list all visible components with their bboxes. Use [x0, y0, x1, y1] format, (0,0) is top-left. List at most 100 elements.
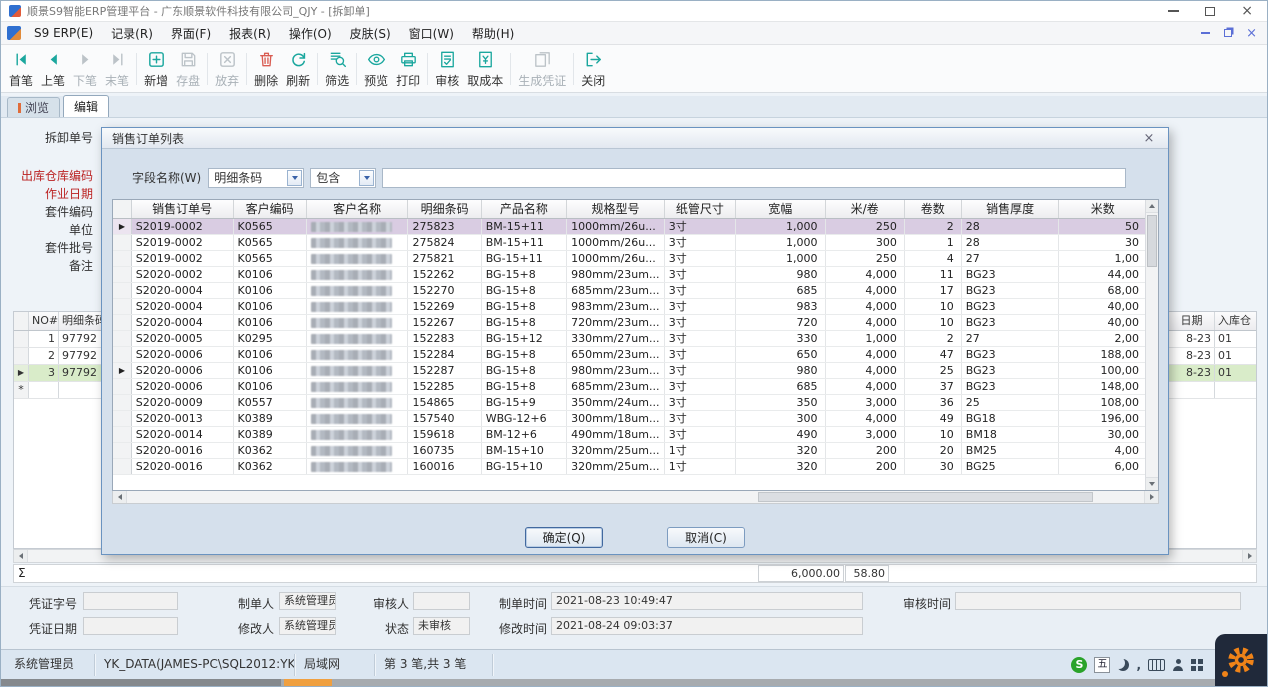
sales-order-row[interactable]: S2019-0002K0565275821BG-15+111000mm/26u.…	[113, 250, 1147, 266]
preview-button[interactable]: 预览	[360, 48, 392, 90]
tab-edit[interactable]: 编辑	[63, 95, 109, 117]
close-icon[interactable]: ×	[1241, 4, 1253, 18]
column-header[interactable]: 产品名称	[481, 200, 566, 218]
first-record-button[interactable]: 首笔	[5, 48, 37, 90]
maximize-icon[interactable]	[1205, 7, 1215, 16]
scroll-right-icon[interactable]	[1242, 550, 1256, 562]
user-icon[interactable]	[1172, 659, 1184, 671]
sales-order-row[interactable]: S2020-0004K0106152269BG-15+8983mm/23um..…	[113, 298, 1147, 314]
scrollbar-thumb[interactable]	[1147, 215, 1157, 267]
dialog-horizontal-scrollbar[interactable]	[112, 491, 1159, 504]
cell: K0389	[233, 426, 306, 442]
cell: 28	[961, 234, 1059, 250]
filter-button[interactable]: 筛选	[321, 48, 353, 90]
scroll-left-icon[interactable]	[113, 491, 127, 503]
menu-item-2[interactable]: 界面(F)	[162, 22, 220, 45]
sales-order-row[interactable]: S2020-0006K0106152285BG-15+8685mm/23um..…	[113, 378, 1147, 394]
column-header[interactable]: 销售订单号	[131, 200, 233, 218]
column-header[interactable]: 明细条码	[408, 200, 481, 218]
detail-row[interactable]: 2 97792	[14, 348, 101, 365]
assistant-widget[interactable]	[1215, 634, 1267, 686]
mdi-close-icon[interactable]: ×	[1246, 27, 1257, 40]
sales-order-row[interactable]: S2020-0004K0106152267BG-15+8720mm/23um..…	[113, 314, 1147, 330]
sales-order-row[interactable]: S2020-0004K0106152270BG-15+8685mm/23um..…	[113, 282, 1147, 298]
menu-item-1[interactable]: 记录(R)	[102, 22, 162, 45]
menu-item-0[interactable]: S9 ERP(E)	[25, 23, 102, 43]
filter-operator-combobox[interactable]: 包含	[310, 168, 376, 188]
column-header[interactable]: 客户编码	[233, 200, 306, 218]
sales-order-row[interactable]: S2020-0013K0389157540WBG-12+6300mm/18um.…	[113, 410, 1147, 426]
menu-item-6[interactable]: 窗口(W)	[400, 22, 463, 45]
detail-row-current[interactable]: ▶ 3 97792	[14, 365, 101, 382]
keyboard-icon[interactable]	[1148, 659, 1165, 671]
column-header[interactable]: 客户名称	[306, 200, 408, 218]
refresh-button[interactable]: 刷新	[282, 48, 314, 90]
sales-order-row[interactable]: ▶S2019-0002K0565275823BM-15+111000mm/26u…	[113, 218, 1147, 234]
scroll-left-icon[interactable]	[14, 550, 28, 562]
sales-order-row[interactable]: S2020-0009K0557154865BG-15+9350mm/24um..…	[113, 394, 1147, 410]
wubi-icon[interactable]: 五	[1094, 657, 1110, 673]
chevron-down-icon[interactable]	[359, 170, 374, 186]
dialog-title-bar[interactable]: 销售订单列表 ×	[102, 128, 1168, 149]
detail-row[interactable]	[1169, 382, 1256, 399]
sales-order-row[interactable]: S2019-0002K0565275824BM-15+111000mm/26u.…	[113, 234, 1147, 250]
taskbar-active-app[interactable]	[284, 679, 332, 687]
sales-order-row[interactable]: S2020-0006K0106152284BG-15+8650mm/23um..…	[113, 346, 1147, 362]
column-header[interactable]: 米/卷	[825, 200, 904, 218]
chevron-down-icon[interactable]	[287, 170, 302, 186]
dialog-close-icon[interactable]: ×	[1140, 131, 1158, 146]
sales-order-row[interactable]: S2020-0016K0362160735BM-15+10320mm/25um.…	[113, 442, 1147, 458]
grid-icon[interactable]	[1191, 659, 1196, 664]
delete-icon	[256, 49, 277, 70]
filter-value-input[interactable]	[382, 168, 1126, 188]
cell: 983	[735, 298, 825, 314]
cell: 30	[1059, 234, 1147, 250]
sales-order-row[interactable]: S2020-0002K0106152262BG-15+8980mm/23um..…	[113, 266, 1147, 282]
audit-button[interactable]: 审核	[431, 48, 463, 90]
sales-order-row[interactable]: S2020-0014K0389159618BM-12+6490mm/18um..…	[113, 426, 1147, 442]
column-header[interactable]: 卷数	[904, 200, 961, 218]
column-header[interactable]: 销售厚度	[961, 200, 1059, 218]
column-header[interactable]: 规格型号	[567, 200, 665, 218]
ok-button[interactable]: 确定(Q)	[525, 527, 603, 548]
scroll-up-icon[interactable]	[1146, 200, 1158, 213]
detail-row[interactable]: 1 97792	[14, 331, 101, 348]
moon-icon[interactable]	[1117, 659, 1129, 671]
mdi-restore-icon[interactable]	[1224, 29, 1232, 37]
filter-field-combobox[interactable]: 明细条码	[208, 168, 304, 188]
detail-row[interactable]: 8-23 01	[1169, 348, 1256, 365]
minimize-icon[interactable]	[1168, 10, 1179, 12]
add-button[interactable]: 新增	[140, 48, 172, 90]
column-header[interactable]: 纸管尺寸	[664, 200, 735, 218]
column-header: 明细条码	[59, 312, 101, 330]
sales-order-row[interactable]: S2020-0005K0295152283BG-15+12330mm/27um.…	[113, 330, 1147, 346]
sogou-logo-icon[interactable]: S	[1071, 657, 1087, 673]
vertical-scrollbar[interactable]	[1145, 200, 1158, 490]
title-bar[interactable]: 顺景S9智能ERP管理平台 - 广东顺景软件科技有限公司_QJY - [拆卸单]…	[1, 1, 1267, 22]
prev-record-button[interactable]: 上笔	[37, 48, 69, 90]
menu-item-3[interactable]: 报表(R)	[220, 22, 280, 45]
menu-item-5[interactable]: 皮肤(S)	[341, 22, 400, 45]
menu-item-7[interactable]: 帮助(H)	[463, 22, 523, 45]
cancel-button[interactable]: 取消(C)	[667, 527, 745, 548]
status-user: 系统管理员	[5, 654, 95, 676]
symbol-icon[interactable]: ,	[1136, 660, 1141, 670]
detail-row[interactable]: 8-23 01	[1169, 331, 1256, 348]
column-header[interactable]: 米数	[1059, 200, 1147, 218]
mdi-minimize-icon[interactable]	[1201, 32, 1210, 34]
sigma-icon: Σ	[18, 565, 26, 582]
menu-item-4[interactable]: 操作(O)	[280, 22, 341, 45]
column-header[interactable]: 宽幅	[735, 200, 825, 218]
print-button[interactable]: 打印	[392, 48, 424, 90]
cost-button[interactable]: 取成本	[463, 48, 507, 90]
tab-browse[interactable]: 浏览	[7, 97, 60, 117]
detail-row-current[interactable]: 8-23 01	[1169, 365, 1256, 382]
sales-order-row[interactable]: ▶S2020-0006K0106152287BG-15+8980mm/23um.…	[113, 362, 1147, 378]
scroll-right-icon[interactable]	[1144, 491, 1158, 503]
close-doc-button[interactable]: 关闭	[577, 48, 609, 90]
sales-order-row[interactable]: S2020-0016K0362160016BG-15+10320mm/25um.…	[113, 458, 1147, 474]
scrollbar-thumb[interactable]	[758, 492, 1094, 502]
scroll-down-icon[interactable]	[1146, 477, 1158, 490]
delete-button[interactable]: 删除	[250, 48, 282, 90]
detail-new-row[interactable]: *	[14, 382, 101, 399]
